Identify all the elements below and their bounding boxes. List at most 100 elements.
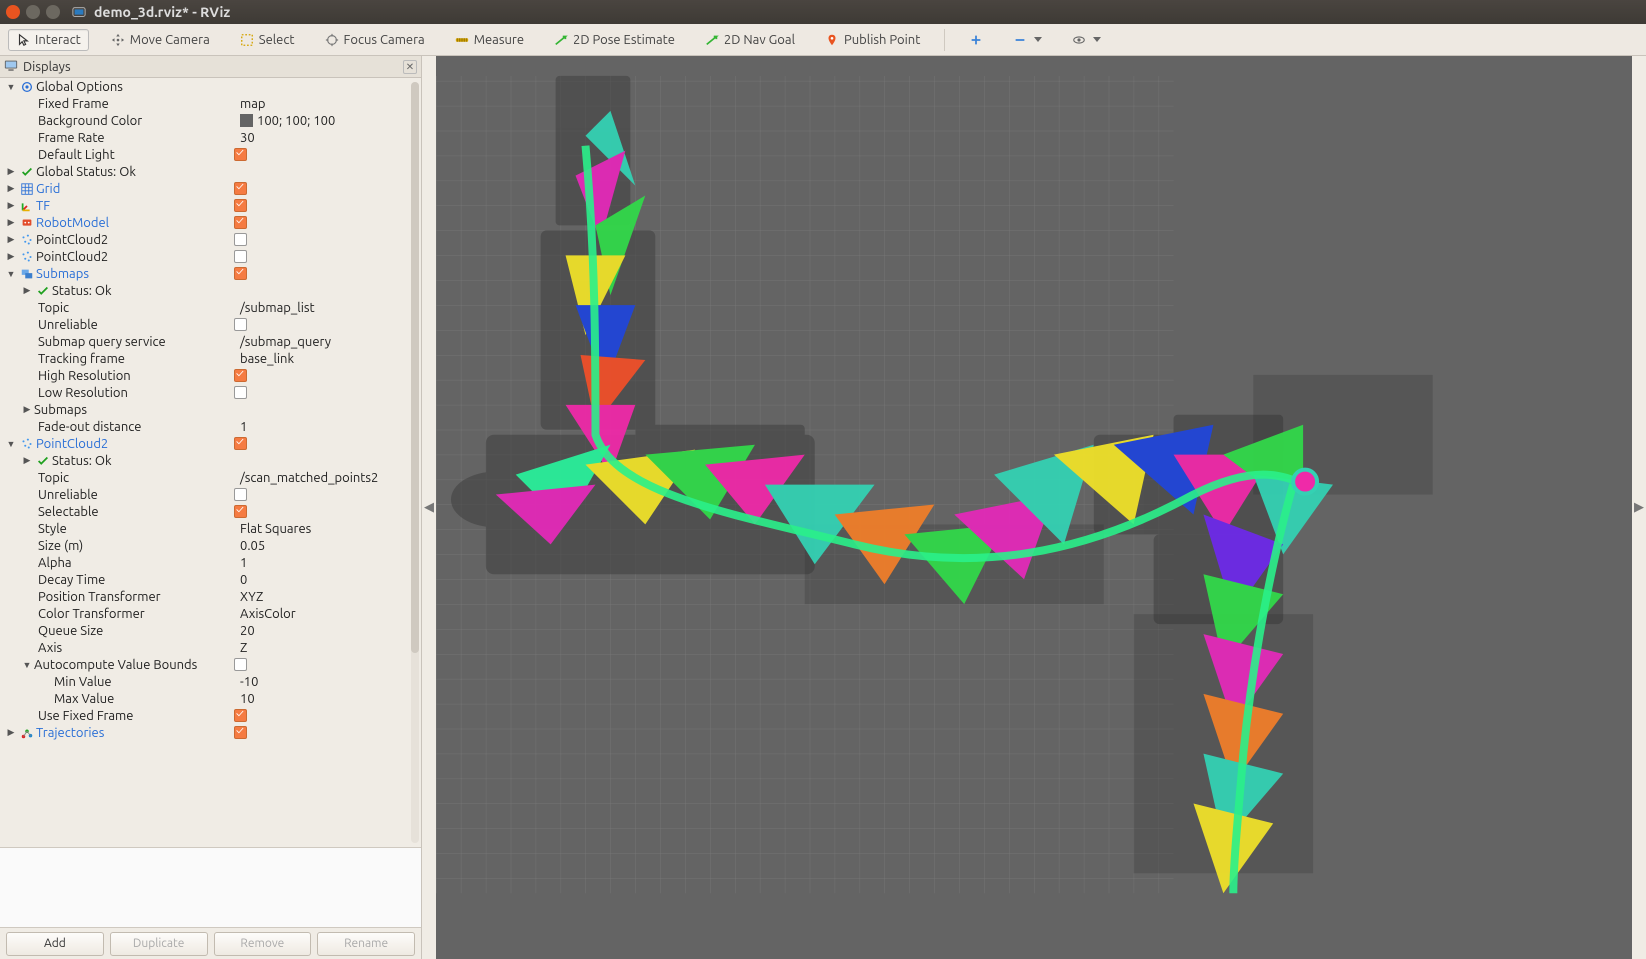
prop-pc2c-alpha[interactable]: Alpha 1	[0, 554, 421, 571]
disclosure-icon[interactable]	[6, 728, 16, 738]
prop-value[interactable]: /submap_list	[234, 301, 315, 315]
checkbox[interactable]	[234, 658, 247, 671]
disclosure-icon[interactable]	[6, 184, 16, 194]
disclosure-icon[interactable]	[6, 167, 16, 177]
prop-pc2c-size[interactable]: Size (m) 0.05	[0, 537, 421, 554]
prop-pc2c-usefixed[interactable]: Use Fixed Frame	[0, 707, 421, 724]
nav-goal-button[interactable]: 2D Nav Goal	[697, 29, 803, 51]
disclosure-icon[interactable]	[22, 286, 32, 296]
tree-item-global-status[interactable]: Global Status: Ok	[0, 163, 421, 180]
tree-item-pointcloud2-a[interactable]: PointCloud2	[0, 231, 421, 248]
prop-pc2c-queue[interactable]: Queue Size 20	[0, 622, 421, 639]
prop-background-color[interactable]: Background Color 100; 100; 100	[0, 112, 421, 129]
minimize-icon[interactable]	[26, 5, 40, 19]
disclosure-icon[interactable]	[6, 269, 16, 279]
tree-item-robot-model[interactable]: RobotModel	[0, 214, 421, 231]
prop-value[interactable]: base_link	[234, 352, 294, 366]
checkbox[interactable]	[234, 726, 247, 739]
prop-pc2c-max[interactable]: Max Value 10	[0, 690, 421, 707]
measure-button[interactable]: Measure	[447, 29, 532, 51]
prop-fixed-frame[interactable]: Fixed Frame map	[0, 95, 421, 112]
checkbox[interactable]	[234, 437, 247, 450]
prop-pc2c-axis[interactable]: Axis Z	[0, 639, 421, 656]
tree-item-submaps-child[interactable]: Submaps	[0, 401, 421, 418]
publish-point-button[interactable]: Publish Point	[817, 29, 928, 51]
disclosure-icon[interactable]	[6, 235, 16, 245]
checkbox[interactable]	[234, 233, 247, 246]
interact-button[interactable]: Interact	[8, 29, 89, 51]
left-splitter[interactable]: ◀	[422, 56, 436, 959]
checkbox[interactable]	[234, 199, 247, 212]
panel-header[interactable]: Displays ✕	[0, 56, 421, 78]
visibility-button[interactable]	[1064, 29, 1109, 51]
prop-value[interactable]: 0.05	[234, 539, 265, 553]
prop-value[interactable]: 100; 100; 100	[234, 114, 335, 128]
prop-submaps-tracking[interactable]: Tracking frame base_link	[0, 350, 421, 367]
prop-value[interactable]: map	[234, 97, 266, 111]
focus-camera-button[interactable]: Focus Camera	[317, 29, 433, 51]
prop-value[interactable]: /scan_matched_points2	[234, 471, 378, 485]
disclosure-icon[interactable]	[22, 405, 32, 415]
plus-button[interactable]	[961, 29, 991, 51]
pose-estimate-button[interactable]: 2D Pose Estimate	[546, 29, 683, 51]
disclosure-icon[interactable]	[6, 82, 16, 92]
display-tree[interactable]: Global Options Fixed Frame map Backgroun…	[0, 78, 421, 847]
prop-default-light[interactable]: Default Light	[0, 146, 421, 163]
prop-value[interactable]: 0	[234, 573, 247, 587]
disclosure-icon[interactable]	[6, 439, 16, 449]
prop-value[interactable]: 1	[234, 420, 247, 434]
prop-pc2c-decay[interactable]: Decay Time 0	[0, 571, 421, 588]
panel-close-button[interactable]: ✕	[403, 60, 417, 74]
prop-value[interactable]: AxisColor	[234, 607, 296, 621]
checkbox[interactable]	[234, 386, 247, 399]
move-camera-button[interactable]: Move Camera	[103, 29, 218, 51]
tree-item-pointcloud2-c[interactable]: PointCloud2	[0, 435, 421, 452]
prop-pc2c-topic[interactable]: Topic /scan_matched_points2	[0, 469, 421, 486]
right-splitter[interactable]: ▶	[1632, 56, 1646, 959]
prop-value[interactable]: 30	[234, 131, 255, 145]
minus-button[interactable]	[1005, 29, 1050, 51]
tree-item-submaps-status[interactable]: Status: Ok	[0, 282, 421, 299]
checkbox[interactable]	[234, 148, 247, 161]
checkbox[interactable]	[234, 216, 247, 229]
maximize-icon[interactable]	[46, 5, 60, 19]
tree-item-submaps[interactable]: Submaps	[0, 265, 421, 282]
tree-item-trajectories[interactable]: Trajectories	[0, 724, 421, 741]
checkbox[interactable]	[234, 505, 247, 518]
prop-pc2c-coltr[interactable]: Color Transformer AxisColor	[0, 605, 421, 622]
checkbox[interactable]	[234, 250, 247, 263]
prop-submaps-topic[interactable]: Topic /submap_list	[0, 299, 421, 316]
3d-viewport[interactable]	[436, 56, 1632, 959]
disclosure-icon[interactable]	[22, 660, 32, 670]
prop-submaps-query[interactable]: Submap query service /submap_query	[0, 333, 421, 350]
prop-value[interactable]: /submap_query	[234, 335, 331, 349]
prop-pc2c-selectable[interactable]: Selectable	[0, 503, 421, 520]
disclosure-icon[interactable]	[6, 201, 16, 211]
disclosure-icon[interactable]	[6, 218, 16, 228]
prop-value[interactable]: 1	[234, 556, 247, 570]
tree-item-tf[interactable]: TF	[0, 197, 421, 214]
prop-pc2c-unreliable[interactable]: Unreliable	[0, 486, 421, 503]
prop-value[interactable]: Z	[234, 641, 247, 655]
prop-value[interactable]: Flat Squares	[234, 522, 311, 536]
prop-value[interactable]: -10	[234, 675, 258, 689]
tree-item-pointcloud2-b[interactable]: PointCloud2	[0, 248, 421, 265]
prop-submaps-hires[interactable]: High Resolution	[0, 367, 421, 384]
prop-submaps-lores[interactable]: Low Resolution	[0, 384, 421, 401]
prop-pc2c-style[interactable]: Style Flat Squares	[0, 520, 421, 537]
prop-pc2c-auto[interactable]: Autocompute Value Bounds	[0, 656, 421, 673]
duplicate-button[interactable]: Duplicate	[110, 932, 208, 956]
scroll-thumb[interactable]	[411, 82, 419, 653]
rename-button[interactable]: Rename	[317, 932, 415, 956]
tree-item-global-options[interactable]: Global Options	[0, 78, 421, 95]
checkbox[interactable]	[234, 369, 247, 382]
checkbox[interactable]	[234, 182, 247, 195]
prop-value[interactable]: 20	[234, 624, 255, 638]
checkbox[interactable]	[234, 709, 247, 722]
prop-frame-rate[interactable]: Frame Rate 30	[0, 129, 421, 146]
prop-pc2c-postr[interactable]: Position Transformer XYZ	[0, 588, 421, 605]
remove-button[interactable]: Remove	[214, 932, 312, 956]
tree-item-pc2c-status[interactable]: Status: Ok	[0, 452, 421, 469]
scrollbar[interactable]	[411, 82, 419, 843]
checkbox[interactable]	[234, 318, 247, 331]
